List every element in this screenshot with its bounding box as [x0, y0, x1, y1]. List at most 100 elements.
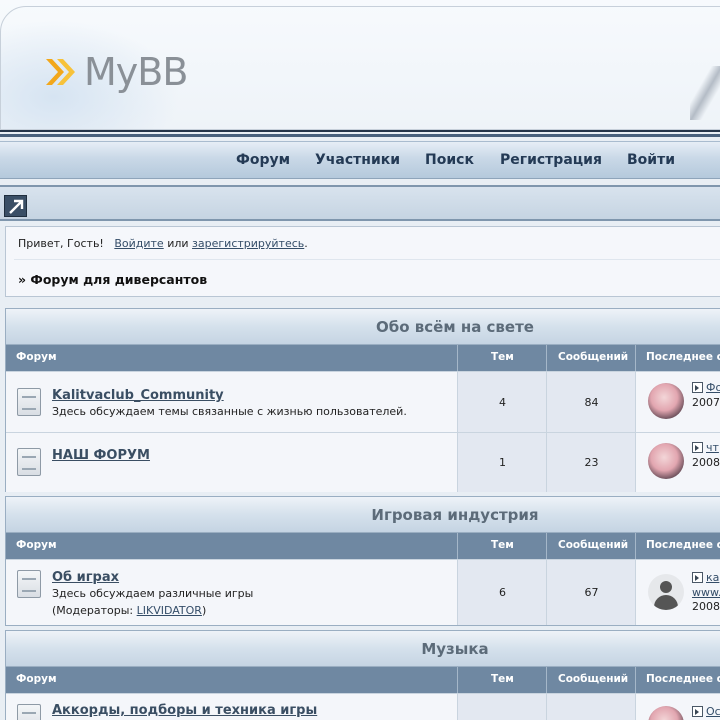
posts-count: 23 [584, 456, 599, 469]
logo-text: MyBB [84, 50, 188, 94]
category-title[interactable]: Игровая индустрия [6, 506, 720, 524]
posts-cell: 23 [546, 433, 635, 492]
forum-read-icon [17, 448, 41, 476]
register-link[interactable]: зарегистрируйтесь [192, 237, 304, 250]
column-posts: Сообщений [558, 539, 629, 551]
forum-link[interactable]: Аккорды, подборы и техника игры [52, 703, 317, 718]
login-link[interactable]: Войдите [114, 237, 163, 250]
welcome-divider [14, 259, 720, 260]
forum-moderators: (Модераторы: LIKVIDATOR) [52, 604, 206, 617]
last-post-cell: Фо 2007 [635, 372, 720, 432]
welcome-line: Привет, Гость! Войдите или зарегистрируй… [18, 237, 308, 250]
last-post-cell: чт 2008 [635, 433, 720, 492]
forum-row: НАШ ФОРУМ 1 23 чт 2008 [6, 432, 720, 492]
forum-description: Здесь обсуждаем темы связанные с жизнью … [52, 405, 407, 418]
goto-last-post-icon[interactable] [692, 572, 703, 583]
topics-count: 1 [499, 456, 506, 469]
column-divider [546, 667, 547, 693]
category-header: Обо всём на свете [6, 309, 720, 345]
nav-register[interactable]: Регистрация [500, 152, 602, 168]
user-avatar[interactable] [648, 706, 684, 720]
column-divider [457, 345, 458, 371]
user-avatar[interactable] [648, 383, 684, 419]
goto-last-post-icon[interactable] [692, 442, 703, 453]
column-last-post: Последнее со [646, 673, 720, 685]
column-divider [546, 345, 547, 371]
expand-button[interactable] [4, 195, 27, 217]
topics-cell: 6 [457, 560, 546, 625]
forum-row: Об играх Здесь обсуждаем различные игры … [6, 559, 720, 625]
header-right-decoration [690, 66, 720, 120]
column-divider [635, 533, 636, 559]
column-last-post: Последнее со [646, 351, 720, 363]
nav-search[interactable]: Поиск [425, 152, 474, 168]
last-post-link[interactable]: Ос [706, 705, 720, 718]
header: MyBB [0, 0, 720, 132]
forum-read-icon [17, 388, 41, 416]
nav-forum[interactable]: Форум [236, 152, 290, 168]
last-post-cell: Ос [635, 694, 720, 720]
column-divider [546, 533, 547, 559]
logo[interactable]: MyBB [44, 50, 188, 94]
nav-login[interactable]: Войти [627, 152, 675, 168]
header-divider [0, 134, 720, 137]
column-divider [635, 345, 636, 371]
default-user-icon[interactable] [648, 574, 684, 610]
period-text: . [304, 237, 308, 250]
last-post-link[interactable]: ка [706, 571, 719, 584]
category-header: Игровая индустрия [6, 497, 720, 533]
column-divider [457, 667, 458, 693]
goto-last-post-icon[interactable] [692, 706, 703, 717]
posts-cell [546, 694, 635, 720]
column-last-post: Последнее со [646, 539, 720, 551]
category-title[interactable]: Обо всём на свете [6, 318, 720, 336]
forum-row: Аккорды, подборы и техника игры Ос [6, 693, 720, 720]
topics-count: 6 [499, 586, 506, 599]
arrow-expand-icon [9, 199, 24, 214]
goto-last-post-icon[interactable] [692, 382, 703, 393]
topics-cell: 4 [457, 372, 546, 432]
last-post-date: 2008 [692, 456, 720, 469]
column-forum: Форум [16, 673, 57, 685]
greeting-text: Привет, Гость! [18, 237, 104, 250]
moderators-suffix: ) [201, 604, 207, 617]
topics-cell [457, 694, 546, 720]
last-post-link[interactable]: Фо [706, 381, 720, 394]
forum-link[interactable]: Kalitvaclub_Community [52, 388, 224, 403]
forum-description: Здесь обсуждаем различные игры [52, 587, 254, 600]
panel-bar [0, 185, 720, 221]
last-post-cell: ка www. 2008 [635, 560, 720, 625]
forum-link[interactable]: Об играх [52, 570, 119, 585]
last-post-date: 2007 [692, 396, 720, 409]
forum-link[interactable]: НАШ ФОРУМ [52, 448, 150, 463]
column-headers: Форум Тем Сообщений Последнее со [6, 667, 720, 693]
logo-chevron-icon [46, 59, 75, 85]
column-topics: Тем [491, 673, 514, 685]
category-table: Музыка Форум Тем Сообщений Последнее со … [5, 630, 720, 720]
column-posts: Сообщений [558, 673, 629, 685]
posts-cell: 84 [546, 372, 635, 432]
column-forum: Форум [16, 539, 57, 551]
forum-row: Kalitvaclub_Community Здесь обсуждаем те… [6, 371, 720, 432]
category-table: Игровая индустрия Форум Тем Сообщений По… [5, 496, 720, 626]
nav-members[interactable]: Участники [315, 152, 400, 168]
topics-cell: 1 [457, 433, 546, 492]
category-header: Музыка [6, 631, 720, 667]
column-headers: Форум Тем Сообщений Последнее со [6, 345, 720, 371]
or-text: или [167, 237, 189, 250]
column-posts: Сообщений [558, 351, 629, 363]
last-post-link[interactable]: чт [706, 441, 719, 454]
column-topics: Тем [491, 351, 514, 363]
column-divider [635, 667, 636, 693]
category-title[interactable]: Музыка [6, 640, 720, 658]
moderator-link[interactable]: LIKVIDATOR [137, 604, 202, 617]
topics-count: 4 [499, 396, 506, 409]
column-headers: Форум Тем Сообщений Последнее со [6, 533, 720, 559]
user-avatar[interactable] [648, 443, 684, 479]
last-post-date: 2008 [692, 600, 720, 613]
forum-read-icon [17, 570, 41, 598]
last-post-url[interactable]: www. [692, 586, 720, 599]
top-navigation: Форум Участники Поиск Регистрация Войти [0, 141, 720, 179]
breadcrumb[interactable]: » Форум для диверсантов [18, 272, 207, 287]
column-divider [457, 533, 458, 559]
